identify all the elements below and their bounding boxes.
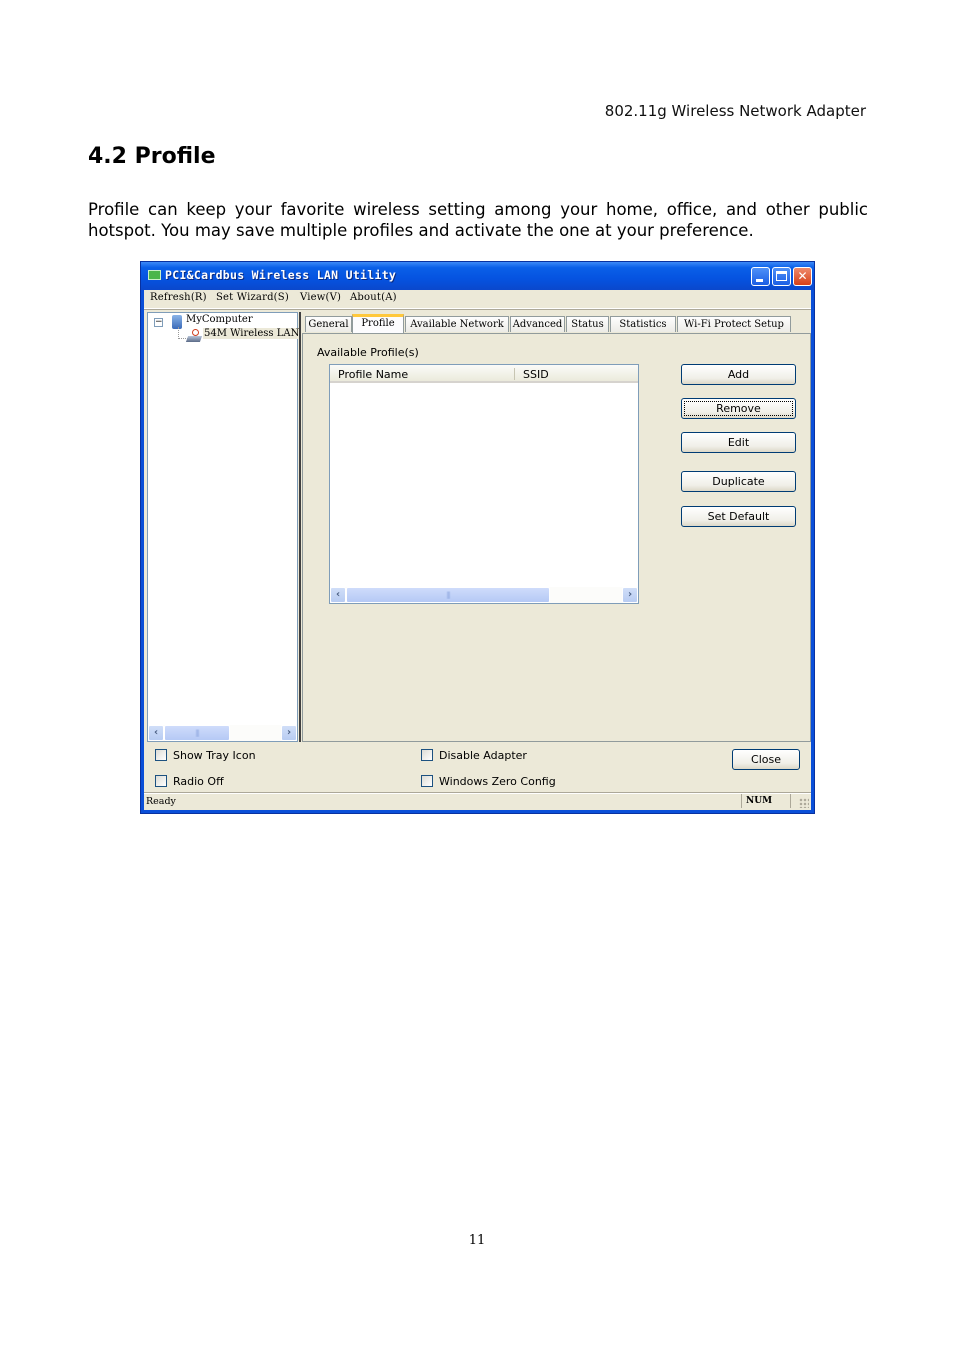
maximize-icon <box>776 271 787 281</box>
radio-off-option[interactable]: Radio Off <box>155 775 224 788</box>
profile-tab-panel: Available Profile(s) Profile Name SSID ‹… <box>302 333 811 742</box>
duplicate-button[interactable]: Duplicate <box>681 471 796 492</box>
tab-status[interactable]: Status <box>566 316 609 332</box>
focus-ring <box>684 401 793 416</box>
scroll-thumb[interactable]: ||| <box>346 587 550 603</box>
set-default-button[interactable]: Set Default <box>681 506 796 527</box>
scroll-thumb[interactable]: ||| <box>164 725 230 741</box>
close-icon: ✕ <box>797 269 808 283</box>
status-bar: Ready NUM <box>144 792 811 810</box>
menu-view[interactable]: View(V) <box>300 292 341 303</box>
available-profiles-label: Available Profile(s) <box>317 346 419 359</box>
maximize-button[interactable] <box>772 267 791 286</box>
window-client: Refresh(R) Set Wizard(S) View(V) About(A… <box>144 290 811 810</box>
minimize-icon <box>756 279 763 282</box>
show-tray-icon-option[interactable]: Show Tray Icon <box>155 749 256 762</box>
device-tree[interactable]: − MyComputer 54M Wireless LAN ‹ ||| › <box>147 312 301 742</box>
windows-zero-config-option[interactable]: Windows Zero Config <box>421 775 556 788</box>
tree-label-mycomputer: MyComputer <box>186 314 253 325</box>
radio-off-label: Radio Off <box>173 775 224 788</box>
tab-profile[interactable]: Profile <box>352 314 404 333</box>
scroll-right-arrow-icon[interactable]: › <box>281 725 297 741</box>
menu-refresh[interactable]: Refresh(R) <box>150 292 207 303</box>
remove-button[interactable]: Remove <box>681 398 796 419</box>
computer-icon <box>172 315 182 329</box>
menu-about[interactable]: About(A) <box>350 292 397 303</box>
scroll-left-arrow-icon[interactable]: ‹ <box>330 587 346 603</box>
disable-adapter-checkbox[interactable] <box>421 749 433 761</box>
menu-bar: Refresh(R) Set Wizard(S) View(V) About(A… <box>144 290 811 309</box>
windows-zero-config-label: Windows Zero Config <box>439 775 556 788</box>
tab-available-network[interactable]: Available Network <box>405 316 509 332</box>
section-paragraph: Profile can keep your favorite wireless … <box>88 200 868 240</box>
edit-button[interactable]: Edit <box>681 432 796 453</box>
tab-wifi-protect-setup[interactable]: Wi-Fi Protect Setup <box>677 316 791 332</box>
resize-grip-icon[interactable] <box>799 798 809 808</box>
add-button[interactable]: Add <box>681 364 796 385</box>
scroll-left-arrow-icon[interactable]: ‹ <box>148 725 164 741</box>
num-lock-indicator: NUM <box>741 794 791 808</box>
disable-adapter-label: Disable Adapter <box>439 749 527 762</box>
page-number: 11 <box>468 1233 486 1248</box>
scroll-right-arrow-icon[interactable]: › <box>622 587 638 603</box>
disable-adapter-option[interactable]: Disable Adapter <box>421 749 527 762</box>
profile-list[interactable]: Profile Name SSID ‹ ||| › <box>329 364 639 604</box>
window-title: PCI&Cardbus Wireless LAN Utility <box>165 268 397 282</box>
list-horizontal-scrollbar[interactable]: ‹ ||| › <box>330 587 638 603</box>
collapse-icon[interactable]: − <box>154 318 163 327</box>
wireless-adapter-icon <box>185 329 203 343</box>
profile-list-header: Profile Name SSID <box>330 365 638 383</box>
windows-zero-config-checkbox[interactable] <box>421 775 433 787</box>
column-ssid[interactable]: SSID <box>523 368 549 381</box>
status-text: Ready <box>146 796 176 807</box>
document-header: 802.11g Wireless Network Adapter <box>604 102 866 120</box>
column-profile-name[interactable]: Profile Name <box>338 368 408 381</box>
close-window-button[interactable]: ✕ <box>793 267 812 286</box>
column-divider[interactable] <box>514 368 515 380</box>
close-button[interactable]: Close <box>732 749 800 770</box>
utility-window: PCI&Cardbus Wireless LAN Utility ✕ Refre… <box>140 261 815 814</box>
splitter[interactable] <box>299 312 301 742</box>
radio-off-checkbox[interactable] <box>155 775 167 787</box>
app-icon <box>148 270 161 280</box>
title-bar[interactable]: PCI&Cardbus Wireless LAN Utility ✕ <box>141 262 814 290</box>
tab-advanced[interactable]: Advanced <box>510 316 565 332</box>
tree-horizontal-scrollbar[interactable]: ‹ ||| › <box>148 725 297 741</box>
menu-set-wizard[interactable]: Set Wizard(S) <box>216 292 289 303</box>
tree-node-mycomputer[interactable]: − MyComputer 54M Wireless LAN <box>148 313 301 345</box>
tab-statistics[interactable]: Statistics <box>610 316 676 332</box>
tree-node-54m-wireless-lan[interactable]: 54M Wireless LAN <box>203 328 301 339</box>
minimize-button[interactable] <box>751 267 770 286</box>
tab-general[interactable]: General <box>305 316 352 332</box>
section-title: 4.2 Profile <box>88 144 216 169</box>
show-tray-icon-label: Show Tray Icon <box>173 749 256 762</box>
show-tray-icon-checkbox[interactable] <box>155 749 167 761</box>
